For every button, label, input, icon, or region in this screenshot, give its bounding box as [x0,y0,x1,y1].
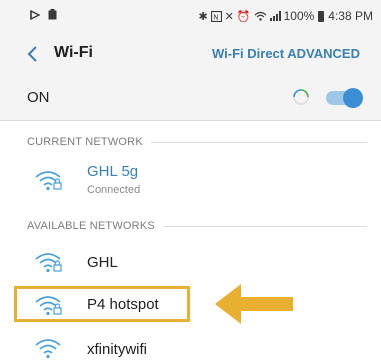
wifi-open-icon [35,339,61,359]
svg-text:N: N [213,13,218,21]
divider [162,225,367,227]
nfc-icon: N [210,10,222,22]
battery-icon [318,10,325,22]
wifi-signal-icon [254,11,266,21]
page-title: Wi-Fi [54,44,93,61]
wifi-toggle-row[interactable]: ON [0,76,381,121]
current-network-status: Connected [87,184,141,196]
current-network-name: GHL 5g [87,163,139,180]
wifi-settings-screen: ✱ N ✕ ⏰ 100% 4:38 PM Wi-Fi Wi-Fi Direct … [0,0,381,360]
wifi-locked-icon [35,171,62,191]
status-time: 4:38 PM [328,9,373,23]
status-bar: ✱ N ✕ ⏰ 100% 4:38 PM [0,0,381,32]
available-networks-header: AVAILABLE NETWORKS [27,218,367,234]
clipboard-icon [48,9,57,20]
pointer-arrow-icon [215,284,293,324]
alarm-icon: ⏰ [236,10,251,23]
wifi-locked-icon [35,253,62,273]
status-left-icons [30,9,57,20]
network-name: GHL [87,254,118,271]
network-name: xfinitywifi [87,341,148,358]
media-play-icon [30,9,40,20]
mute-icon: ✕ [224,10,234,23]
wifi-direct-button[interactable]: Wi-Fi Direct [212,46,284,61]
current-network-header: CURRENT NETWORK [27,134,367,150]
status-right-icons: ✱ N ✕ ⏰ 100% 4:38 PM [198,9,373,23]
divider [150,141,367,143]
battery-percent: 100% [283,9,315,23]
current-network-row[interactable]: GHL 5g Connected [0,156,381,204]
scanning-progress-icon [293,89,309,105]
advanced-button[interactable]: ADVANCED [287,46,360,61]
network-row-xfinitywifi[interactable]: xfinitywifi [0,332,381,360]
wifi-state-label: ON [27,89,50,106]
back-arrow-icon[interactable] [24,44,44,64]
wifi-toggle-switch[interactable] [326,88,363,108]
toggle-knob [343,88,363,108]
bluetooth-icon: ✱ [198,10,208,23]
available-networks-title: AVAILABLE NETWORKS [27,220,155,232]
app-header: Wi-Fi Wi-Fi Direct ADVANCED [0,32,381,76]
network-row-ghl[interactable]: GHL [0,244,381,282]
current-network-title: CURRENT NETWORK [27,136,143,148]
cell-signal-icon [269,11,281,21]
highlight-box [14,286,190,322]
